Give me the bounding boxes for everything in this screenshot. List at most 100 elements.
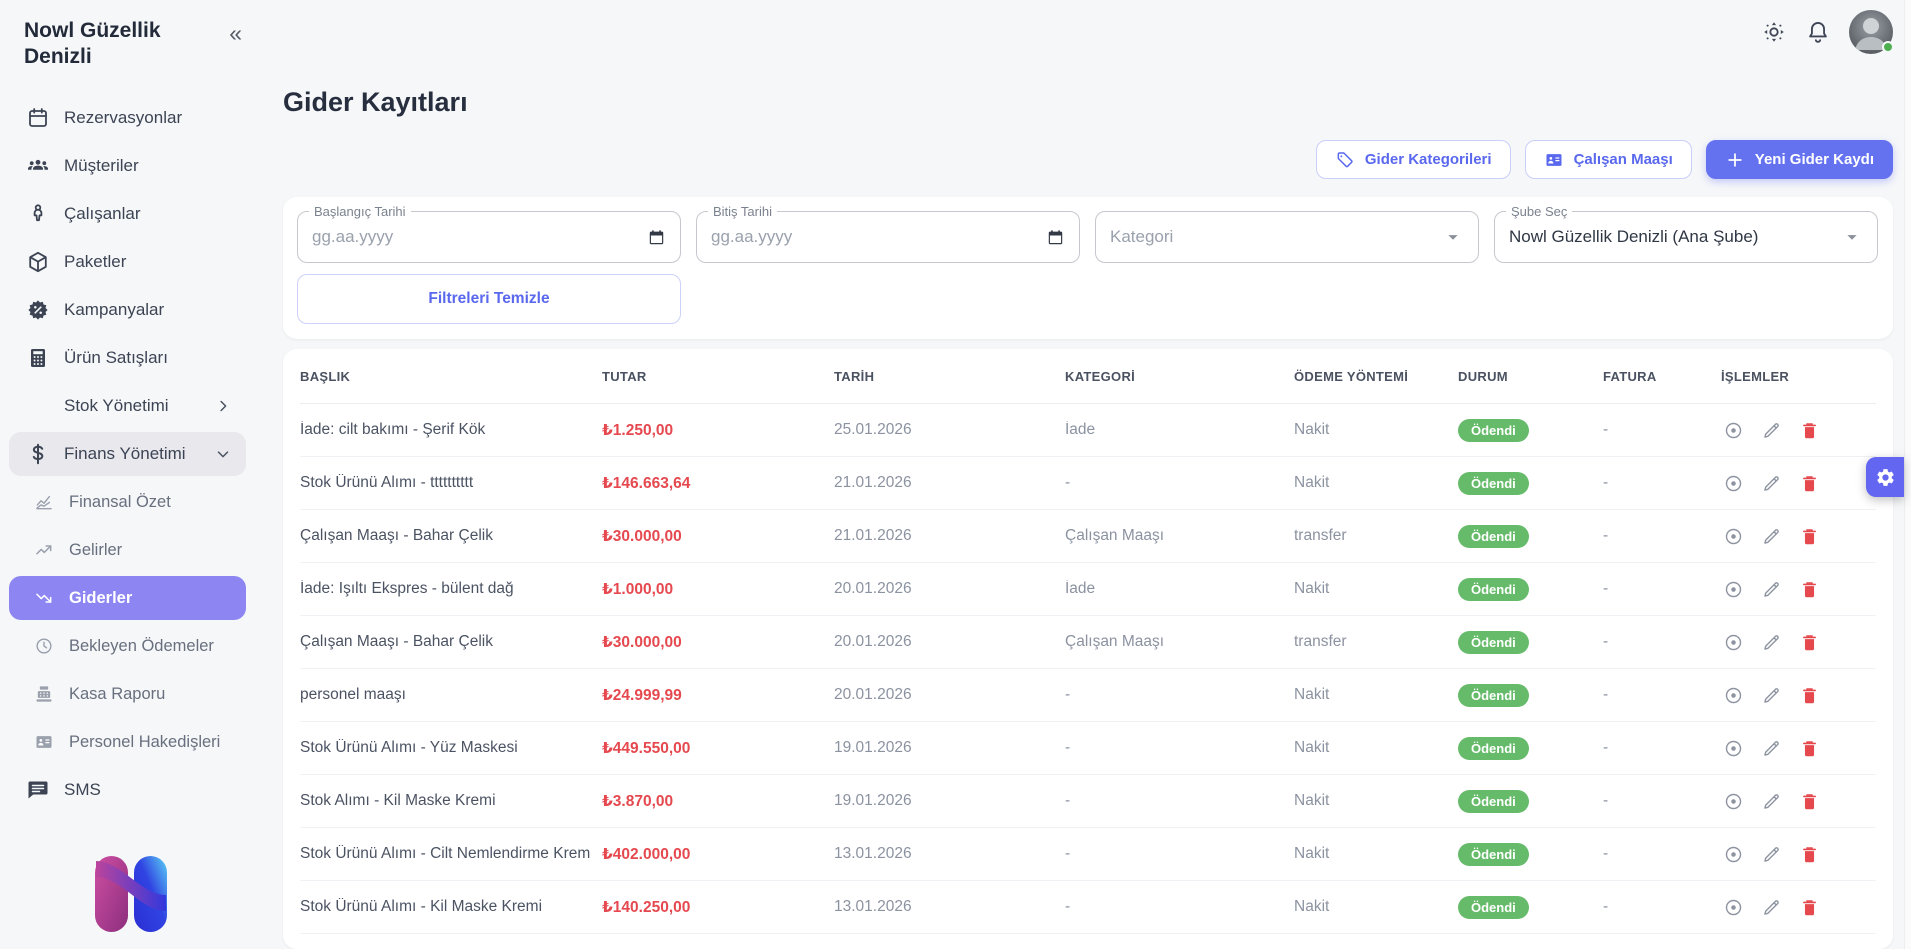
branch-select-value: Nowl Güzellik Denizli (Ana Şube) bbox=[1509, 227, 1841, 247]
expense-invoice: - bbox=[1603, 686, 1721, 704]
sms-icon bbox=[26, 778, 50, 802]
sidebar-item-sms[interactable]: SMS bbox=[9, 768, 246, 812]
bell-icon[interactable] bbox=[1805, 19, 1831, 45]
sidebar-item-label: Çalışanlar bbox=[64, 204, 141, 224]
end-date-input[interactable] bbox=[711, 227, 1046, 247]
sidebar-item-label: Paketler bbox=[64, 252, 126, 272]
row-actions bbox=[1721, 791, 1876, 812]
sidebar-item-paketler[interactable]: Paketler bbox=[9, 240, 246, 284]
view-button[interactable] bbox=[1723, 844, 1744, 865]
expense-payment: transfer bbox=[1294, 527, 1458, 545]
view-button[interactable] bbox=[1723, 791, 1744, 812]
sidebar-item-finans-yonetimi[interactable]: Finans Yönetimi bbox=[9, 432, 246, 476]
expense-categories-button[interactable]: Gider Kategorileri bbox=[1316, 140, 1511, 179]
delete-button[interactable] bbox=[1799, 420, 1820, 441]
edit-button[interactable] bbox=[1761, 791, 1782, 812]
expense-categories-label: Gider Kategorileri bbox=[1365, 151, 1492, 168]
edit-button[interactable] bbox=[1761, 844, 1782, 865]
delete-button[interactable] bbox=[1799, 579, 1820, 600]
sidebar-item-finansal-ozet[interactable]: Finansal Özet bbox=[9, 480, 246, 524]
start-date-field[interactable]: Başlangıç Tarihi bbox=[297, 211, 681, 263]
sidebar-item-urun-satislari[interactable]: Ürün Satışları bbox=[9, 336, 246, 380]
sidebar-item-gelirler[interactable]: Gelirler bbox=[9, 528, 246, 572]
sidebar-item-label: Bekleyen Ödemeler bbox=[69, 637, 214, 656]
expense-invoice: - bbox=[1603, 792, 1721, 810]
expense-invoice: - bbox=[1603, 739, 1721, 757]
delete-button[interactable] bbox=[1799, 685, 1820, 706]
start-date-input[interactable] bbox=[312, 227, 647, 247]
sidebar-item-bekleyen-odemeler[interactable]: Bekleyen Ödemeler bbox=[9, 624, 246, 668]
sidebar-item-calisanlar[interactable]: Çalışanlar bbox=[9, 192, 246, 236]
settings-fab[interactable] bbox=[1866, 457, 1904, 497]
view-button[interactable] bbox=[1723, 738, 1744, 759]
pos-icon bbox=[26, 346, 50, 370]
expense-date: 25.01.2026 bbox=[834, 421, 1065, 439]
row-actions bbox=[1721, 526, 1876, 547]
delete-button[interactable] bbox=[1799, 738, 1820, 759]
clear-filters-button[interactable]: Filtreleri Temizle bbox=[297, 274, 681, 324]
view-button[interactable] bbox=[1723, 897, 1744, 918]
edit-button[interactable] bbox=[1761, 632, 1782, 653]
new-expense-button[interactable]: Yeni Gider Kaydı bbox=[1706, 140, 1893, 179]
status-badge: Ödendi bbox=[1458, 472, 1529, 495]
collapse-sidebar-icon[interactable]: « bbox=[229, 22, 242, 45]
edit-button[interactable] bbox=[1761, 420, 1782, 441]
row-actions bbox=[1721, 844, 1876, 865]
view-button[interactable] bbox=[1723, 420, 1744, 441]
edit-button[interactable] bbox=[1761, 685, 1782, 706]
sidebar-nav: RezervasyonlarMüşteriler Çalışanlar Paketl… bbox=[0, 96, 262, 816]
sidebar-item-label: Finansal Özet bbox=[69, 493, 171, 512]
user-avatar[interactable] bbox=[1849, 10, 1893, 54]
edit-button[interactable] bbox=[1761, 579, 1782, 600]
employee-salary-button[interactable]: Çalışan Maaşı bbox=[1525, 140, 1692, 179]
sidebar-item-musteriler[interactable]: Müşteriler bbox=[9, 144, 246, 188]
sidebar-item-kasa-raporu[interactable]: Kasa Raporu bbox=[9, 672, 246, 716]
expense-invoice: - bbox=[1603, 845, 1721, 863]
table-header-row: BAŞLIKTUTARTARİHKATEGORİÖDEME YÖNTEMİDUR… bbox=[300, 349, 1876, 404]
view-button[interactable] bbox=[1723, 632, 1744, 653]
delete-button[interactable] bbox=[1799, 632, 1820, 653]
view-button[interactable] bbox=[1723, 685, 1744, 706]
sidebar-item-label: Giderler bbox=[69, 589, 132, 608]
edit-button[interactable] bbox=[1761, 473, 1782, 494]
view-button[interactable] bbox=[1723, 473, 1744, 494]
sidebar-item-label: Kasa Raporu bbox=[69, 685, 165, 704]
delete-button[interactable] bbox=[1799, 897, 1820, 918]
page-title: Gider Kayıtları bbox=[283, 86, 1893, 118]
employee-salary-label: Çalışan Maaşı bbox=[1574, 151, 1673, 168]
delete-button[interactable] bbox=[1799, 844, 1820, 865]
edit-button[interactable] bbox=[1761, 526, 1782, 547]
row-actions bbox=[1721, 632, 1876, 653]
brightness-icon[interactable] bbox=[1761, 19, 1787, 45]
row-actions bbox=[1721, 685, 1876, 706]
expense-category: Çalışan Maaşı bbox=[1065, 633, 1294, 651]
expense-date: 13.01.2026 bbox=[834, 898, 1065, 916]
view-button[interactable] bbox=[1723, 526, 1744, 547]
sidebar-item-rezervasyonlar[interactable]: Rezervasyonlar bbox=[9, 96, 246, 140]
end-date-field[interactable]: Bitiş Tarihi bbox=[696, 211, 1080, 263]
expense-date: 20.01.2026 bbox=[834, 633, 1065, 651]
branch-select[interactable]: Şube Seç Nowl Güzellik Denizli (Ana Şube… bbox=[1494, 211, 1878, 263]
expense-amount: ₺30.000,00 bbox=[602, 633, 834, 652]
calendar-picker-icon[interactable] bbox=[647, 228, 666, 247]
delete-button[interactable] bbox=[1799, 791, 1820, 812]
scrollbar[interactable] bbox=[1904, 0, 1911, 949]
view-button[interactable] bbox=[1723, 579, 1744, 600]
sidebar-item-kampanyalar[interactable]: Kampanyalar bbox=[9, 288, 246, 332]
expense-title: İade: cilt bakımı - Şerif Kök bbox=[300, 421, 602, 439]
expense-payment: Nakit bbox=[1294, 686, 1458, 704]
row-actions bbox=[1721, 897, 1876, 918]
delete-button[interactable] bbox=[1799, 473, 1820, 494]
edit-button[interactable] bbox=[1761, 897, 1782, 918]
calendar-picker-icon[interactable] bbox=[1046, 228, 1065, 247]
status-badge: Ödendi bbox=[1458, 737, 1529, 760]
sidebar-item-personel-hakedisleri[interactable]: Personel Hakedişleri bbox=[9, 720, 246, 764]
edit-button[interactable] bbox=[1761, 738, 1782, 759]
category-select[interactable]: Kategori bbox=[1095, 211, 1479, 263]
delete-button[interactable] bbox=[1799, 526, 1820, 547]
table-row: Stok Alımı - Kil Maske Kremi₺3.870,0019.… bbox=[300, 775, 1876, 828]
sidebar-item-stok-yonetimi[interactable]: Stok Yönetimi bbox=[9, 384, 246, 428]
new-expense-label: Yeni Gider Kaydı bbox=[1755, 151, 1874, 168]
column-header: İŞLEMLER bbox=[1721, 369, 1876, 384]
sidebar-item-giderler[interactable]: Giderler bbox=[9, 576, 246, 620]
